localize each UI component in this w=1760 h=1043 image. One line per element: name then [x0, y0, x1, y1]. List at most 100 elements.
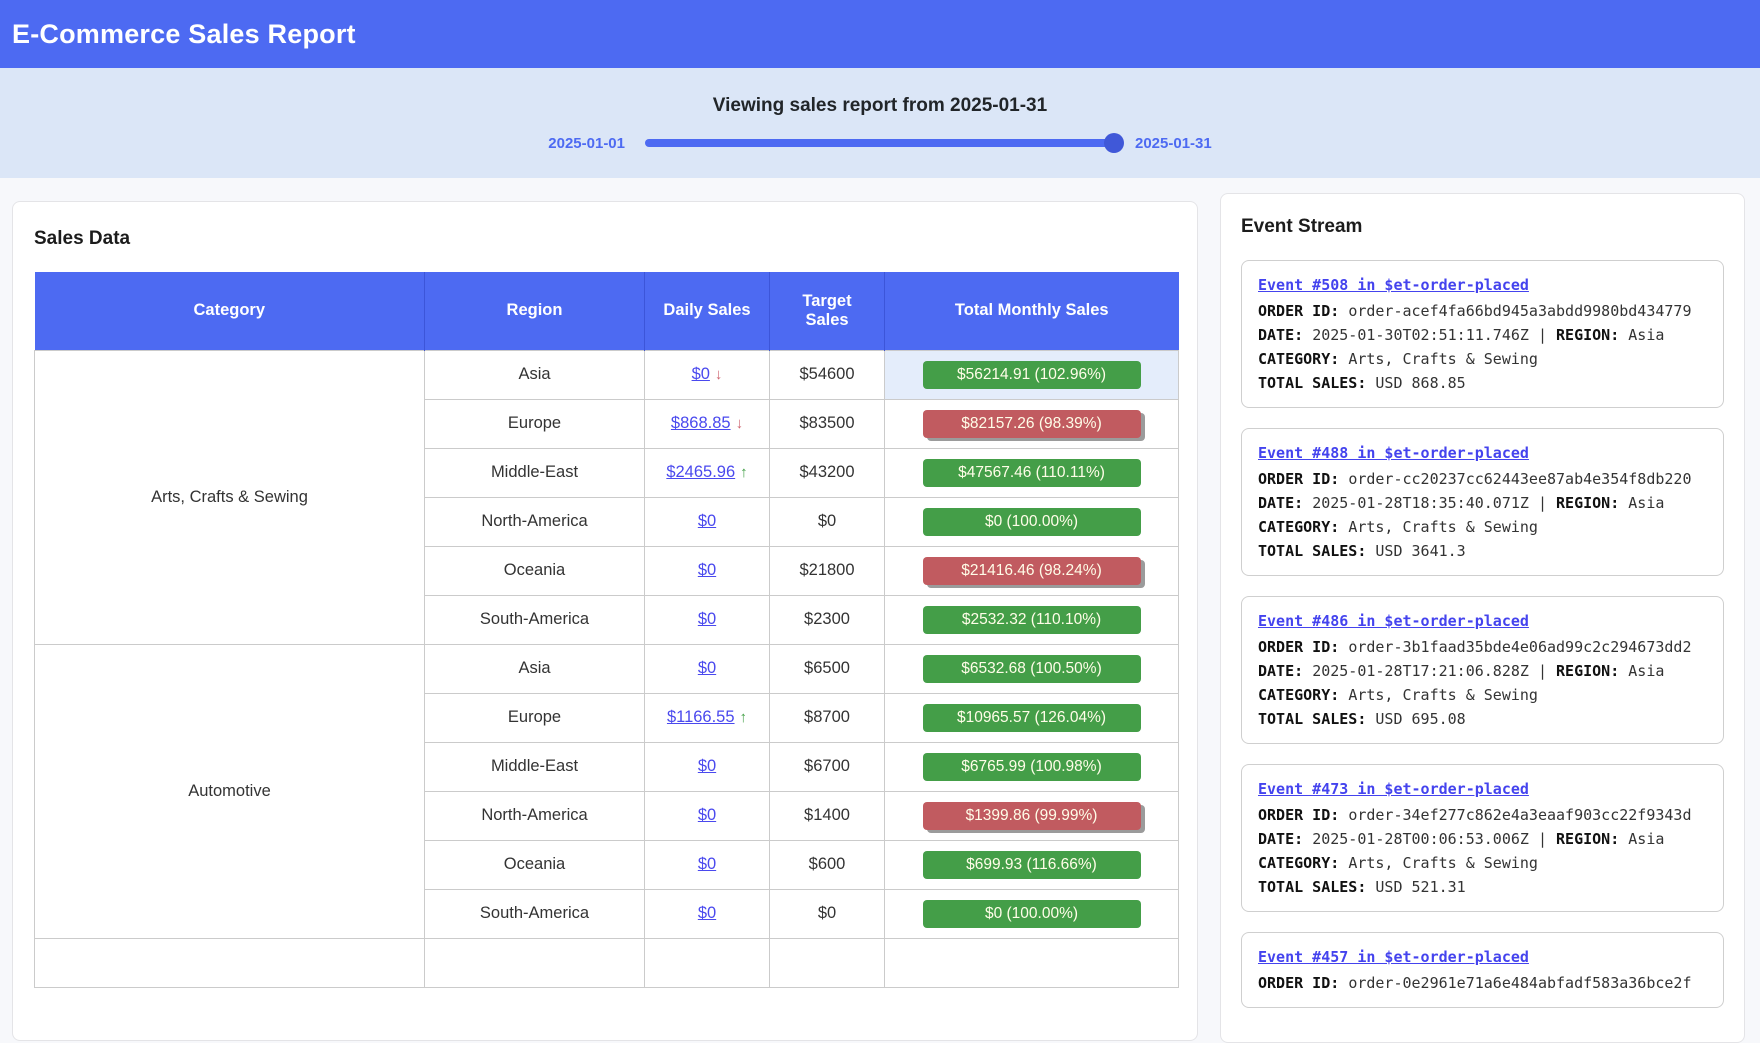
total-sales-cell: $0 (100.00%) [885, 497, 1179, 546]
event-category-line: CATEGORY: Arts, Crafts & Sewing [1258, 683, 1707, 707]
order-id-label: ORDER ID: [1258, 470, 1339, 488]
region-value: Asia [1628, 662, 1664, 680]
event-stream-heading: Event Stream [1241, 216, 1724, 238]
order-id-label: ORDER ID: [1258, 974, 1339, 992]
category-value: Arts, Crafts & Sewing [1348, 854, 1538, 872]
order-id-value: order-34ef277c862e4a3eaaf903cc22f9343d [1348, 806, 1691, 824]
target-sales-cell: $6700 [770, 742, 885, 791]
total-sales-badge: $47567.46 (110.11%) [923, 459, 1141, 487]
total-sales-badge: $56214.91 (102.96%) [923, 361, 1141, 389]
event-category-line: CATEGORY: Arts, Crafts & Sewing [1258, 515, 1707, 539]
daily-sales-link[interactable]: $1166.55 [667, 708, 735, 726]
slider-thumb[interactable] [1104, 133, 1124, 153]
event-date-line: DATE: 2025-01-30T02:51:11.746Z | REGION:… [1258, 323, 1707, 347]
order-id-value: order-acef4fa66bd945a3abdd9980bd434779 [1348, 302, 1691, 320]
table-row: Arts, Crafts & Sewing Asia $0↓ $54600 $5… [35, 350, 1179, 399]
daily-sales-cell [645, 938, 770, 987]
column-header-total-monthly-sales: Total Monthly Sales [885, 272, 1179, 350]
event-total-line: TOTAL SALES: USD 3641.3 [1258, 539, 1707, 563]
date-filter-title: Viewing sales report from 2025-01-31 [713, 95, 1047, 117]
daily-sales-cell: $0 [645, 840, 770, 889]
target-sales-cell: $2300 [770, 595, 885, 644]
event-link[interactable]: Event #488 in $et-order-placed [1258, 441, 1529, 465]
total-sales-cell: $699.93 (116.66%) [885, 840, 1179, 889]
daily-sales-link[interactable]: $0 [698, 512, 716, 530]
event-date-line: DATE: 2025-01-28T17:21:06.828Z | REGION:… [1258, 659, 1707, 683]
region-label: REGION: [1556, 326, 1619, 344]
category-cell: Automotive [35, 644, 425, 938]
order-id-label: ORDER ID: [1258, 806, 1339, 824]
event-link[interactable]: Event #508 in $et-order-placed [1258, 273, 1529, 297]
event-category-line: CATEGORY: Arts, Crafts & Sewing [1258, 851, 1707, 875]
region-cell: North-America [425, 791, 645, 840]
daily-sales-link[interactable]: $0 [698, 610, 716, 628]
total-sales-badge: $6765.99 (100.98%) [923, 753, 1141, 781]
region-cell: Middle-East [425, 742, 645, 791]
daily-sales-link[interactable]: $0 [692, 365, 710, 383]
total-sales-badge: $2532.32 (110.10%) [923, 606, 1141, 634]
event-link[interactable]: Event #486 in $et-order-placed [1258, 609, 1529, 633]
daily-sales-link[interactable]: $0 [698, 806, 716, 824]
category-cell: Arts, Crafts & Sewing [35, 350, 425, 644]
event-link[interactable]: Event #457 in $et-order-placed [1258, 945, 1529, 969]
daily-sales-cell: $0 [645, 889, 770, 938]
region-cell: Asia [425, 644, 645, 693]
date-value: 2025-01-28T00:06:53.006Z [1312, 830, 1529, 848]
date-label: DATE: [1258, 326, 1303, 344]
separator: | [1538, 326, 1547, 344]
date-value: 2025-01-28T17:21:06.828Z [1312, 662, 1529, 680]
daily-sales-link[interactable]: $0 [698, 855, 716, 873]
daily-sales-link[interactable]: $2465.96 [666, 463, 735, 481]
column-header-daily-sales: Daily Sales [645, 272, 770, 350]
app-header: E-Commerce Sales Report [0, 0, 1760, 68]
daily-sales-link[interactable]: $868.85 [671, 414, 731, 432]
target-sales-cell: $54600 [770, 350, 885, 399]
event-order-line: ORDER ID: order-cc20237cc62443ee87ab4e35… [1258, 467, 1707, 491]
region-cell: Europe [425, 399, 645, 448]
date-value: 2025-01-28T18:35:40.071Z [1312, 494, 1529, 512]
daily-sales-link[interactable]: $0 [698, 561, 716, 579]
region-cell: South-America [425, 889, 645, 938]
category-value: Arts, Crafts & Sewing [1348, 350, 1538, 368]
event-card: Event #473 in $et-order-placed ORDER ID:… [1241, 764, 1724, 912]
region-label: REGION: [1556, 662, 1619, 680]
region-value: Asia [1628, 830, 1664, 848]
daily-sales-link[interactable]: $0 [698, 659, 716, 677]
event-link[interactable]: Event #473 in $et-order-placed [1258, 777, 1529, 801]
region-cell: North-America [425, 497, 645, 546]
trend-down-icon: ↓ [736, 415, 744, 432]
total-sales-cell: $1399.86 (99.99%) [885, 791, 1179, 840]
total-sales-badge: $0 (100.00%) [923, 508, 1141, 536]
total-sales-value: USD 3641.3 [1375, 542, 1465, 560]
daily-sales-cell: $0 [645, 742, 770, 791]
daily-sales-link[interactable]: $0 [698, 904, 716, 922]
sales-table: Category Region Daily Sales Target Sales… [34, 272, 1179, 988]
slider-end-label: 2025-01-31 [1135, 135, 1212, 152]
date-label: DATE: [1258, 494, 1303, 512]
order-id-label: ORDER ID: [1258, 302, 1339, 320]
total-sales-cell: $21416.46 (98.24%) [885, 546, 1179, 595]
event-order-line: ORDER ID: order-34ef277c862e4a3eaaf903cc… [1258, 803, 1707, 827]
region-cell: South-America [425, 595, 645, 644]
table-header-row: Category Region Daily Sales Target Sales… [35, 272, 1179, 350]
daily-sales-link[interactable]: $0 [698, 757, 716, 775]
total-sales-value: USD 695.08 [1375, 710, 1465, 728]
order-id-value: order-0e2961e71a6e484abfadf583a36bce2f [1348, 974, 1691, 992]
column-header-region: Region [425, 272, 645, 350]
column-header-target-sales: Target Sales [770, 272, 885, 350]
category-value: Arts, Crafts & Sewing [1348, 686, 1538, 704]
total-sales-badge: $0 (100.00%) [923, 900, 1141, 928]
event-card: Event #508 in $et-order-placed ORDER ID:… [1241, 260, 1724, 408]
date-label: DATE: [1258, 662, 1303, 680]
date-range-slider[interactable] [645, 139, 1115, 147]
daily-sales-cell: $0 [645, 497, 770, 546]
total-sales-label: TOTAL SALES: [1258, 710, 1366, 728]
total-sales-cell: $82157.26 (98.39%) [885, 399, 1179, 448]
daily-sales-cell: $1166.55↑ [645, 693, 770, 742]
order-id-label: ORDER ID: [1258, 638, 1339, 656]
separator: | [1538, 830, 1547, 848]
target-sales-cell: $1400 [770, 791, 885, 840]
total-sales-label: TOTAL SALES: [1258, 878, 1366, 896]
event-date-line: DATE: 2025-01-28T18:35:40.071Z | REGION:… [1258, 491, 1707, 515]
region-label: REGION: [1556, 830, 1619, 848]
